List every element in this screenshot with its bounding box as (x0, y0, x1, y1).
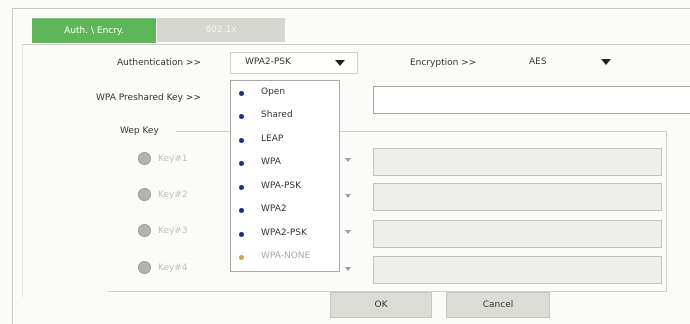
key3-radio[interactable] (138, 224, 151, 237)
bullet-icon (239, 161, 244, 166)
key3-label: Key#3 (158, 226, 188, 236)
chevron-down-icon (345, 158, 351, 162)
authentication-select[interactable]: WPA2-PSK (230, 52, 358, 74)
option-wpa2[interactable]: WPA2 (231, 200, 337, 222)
authentication-options-list: Open Shared LEAP WPA WPA-PSK WPA2 WPA2-P… (230, 80, 340, 272)
key4-radio[interactable] (138, 261, 151, 274)
encryption-value: AES (529, 57, 547, 67)
key4-input[interactable] (373, 256, 662, 284)
option-wpa2-psk[interactable]: WPA2-PSK (231, 224, 337, 246)
option-leap[interactable]: LEAP (231, 130, 337, 152)
encryption-label: Encryption >> (410, 58, 477, 68)
bullet-icon (239, 91, 244, 96)
wpa-preshared-key-input[interactable] (373, 86, 690, 114)
bullet-icon (239, 255, 244, 260)
option-wpa[interactable]: WPA (231, 153, 337, 175)
key2-radio[interactable] (138, 188, 151, 201)
ok-button[interactable]: OK (330, 292, 432, 318)
option-shared[interactable]: Shared (231, 106, 337, 128)
key4-label: Key#4 (158, 263, 188, 273)
bullet-icon (239, 232, 244, 237)
chevron-down-icon (601, 59, 611, 65)
group-divider (338, 131, 666, 132)
authentication-value: WPA2-PSK (245, 57, 291, 67)
tab-8021x[interactable]: 802.1x (157, 18, 285, 42)
option-open[interactable]: Open (231, 83, 337, 105)
key1-label: Key#1 (158, 154, 188, 164)
cancel-button[interactable]: Cancel (446, 292, 550, 318)
chevron-down-icon (345, 194, 351, 198)
bullet-icon (239, 208, 244, 213)
key2-input[interactable] (373, 183, 662, 211)
wep-key-group-label: Wep Key (120, 126, 159, 136)
chevron-down-icon (335, 60, 345, 66)
chevron-down-icon (345, 230, 351, 234)
option-wpa-psk[interactable]: WPA-PSK (231, 177, 337, 199)
key1-input[interactable] (373, 148, 662, 176)
chevron-down-icon (345, 267, 351, 271)
authentication-label: Authentication >> (117, 58, 202, 68)
bullet-icon (239, 138, 244, 143)
tab-auth-encry[interactable]: Auth. \ Encry. (32, 18, 156, 43)
key2-label: Key#2 (158, 190, 188, 200)
key1-radio[interactable] (138, 152, 151, 165)
encryption-select[interactable]: AES (514, 52, 628, 74)
key3-input[interactable] (373, 220, 662, 248)
wpa-preshared-key-label: WPA Preshared Key >> (96, 93, 201, 103)
bullet-icon (239, 185, 244, 190)
group-divider (176, 131, 230, 132)
group-divider (666, 131, 667, 291)
bullet-icon (239, 114, 244, 119)
option-wpa-none[interactable]: WPA-NONE (231, 247, 337, 269)
